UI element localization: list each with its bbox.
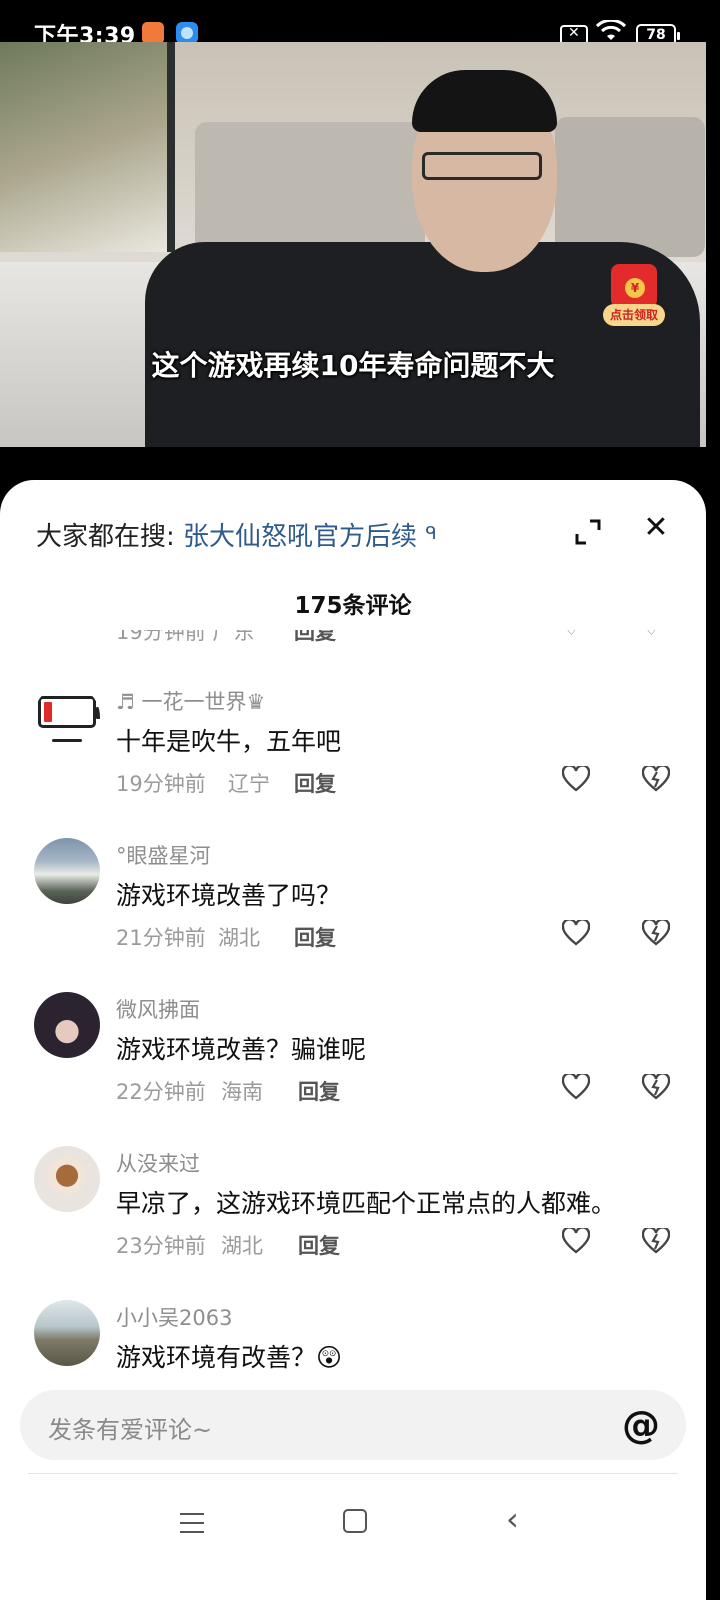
comment-time: 19分钟前 xyxy=(116,772,206,796)
comment-sheet: 大家都在搜: 张大仙怒吼官方后续 ᑫ ✕ 175条评论 19分钟前 广东 回复 … xyxy=(0,480,706,1600)
comment-item[interactable]: 微风拂面 游戏环境改善？骗谁呢 22分钟前 海南 回复 xyxy=(0,978,706,1132)
comment-text: 游戏环境有改善？😲 xyxy=(116,1343,343,1372)
reply-button[interactable]: 回复 xyxy=(298,1230,340,1260)
broken-heart-icon[interactable]: ♡ xyxy=(642,630,661,640)
comment-username[interactable]: 从没来过 xyxy=(116,1148,200,1178)
heart-outline-icon[interactable] xyxy=(561,1226,591,1261)
comment-text: 游戏环境改善了吗？ xyxy=(116,881,342,910)
comment-username[interactable]: ♬ 一花一世界♛ xyxy=(116,686,265,716)
coin-icon: ¥ xyxy=(625,278,645,298)
avatar[interactable] xyxy=(34,1146,100,1212)
reply-button[interactable]: 回复 xyxy=(294,768,336,798)
close-icon[interactable]: ✕ xyxy=(640,512,672,544)
comment-username[interactable]: 微风拂面 xyxy=(116,994,200,1024)
comment-list[interactable]: 19分钟前 广东 回复 ♡ ♡ ♬ 一花一世界♛ 十年是吹牛，五年吧 19分钟前… xyxy=(0,630,706,1376)
red-packet-button[interactable]: ¥ 点击领取 xyxy=(603,264,665,328)
video-player[interactable]: 这个游戏再续10年寿命问题不大 ¥ 点击领取 xyxy=(0,42,706,447)
heart-outline-icon[interactable] xyxy=(561,764,591,799)
comment-text: 十年是吹牛，五年吧 xyxy=(116,727,342,756)
trending-search[interactable]: 大家都在搜: 张大仙怒吼官方后续 ᑫ xyxy=(36,516,437,553)
comment-input[interactable]: 发条有爱评论~ @ xyxy=(20,1390,686,1460)
menu-icon[interactable] xyxy=(180,1513,204,1533)
app-notification-icon xyxy=(142,22,164,44)
comment-location: 湖北 xyxy=(218,926,260,950)
avatar[interactable] xyxy=(34,684,100,750)
broken-heart-icon[interactable] xyxy=(641,918,671,953)
comment-username[interactable]: 小小吴2063 xyxy=(116,1302,232,1332)
status-bar: 下午3:39 78 xyxy=(0,0,720,49)
comment-location: 湖北 xyxy=(221,1234,263,1258)
mention-icon[interactable]: @ xyxy=(618,1402,664,1448)
expand-icon[interactable] xyxy=(574,518,602,546)
broken-heart-icon[interactable] xyxy=(641,764,671,799)
broken-heart-icon[interactable] xyxy=(641,1072,671,1107)
video-scene-sofa-2 xyxy=(555,117,705,257)
battery-fill xyxy=(44,702,52,722)
heart-outline-icon[interactable]: ♡ xyxy=(562,630,581,640)
comment-time: 22分钟前 xyxy=(116,1080,206,1104)
comment-location: 辽宁 xyxy=(228,772,270,796)
comment-time: 21分钟前 xyxy=(116,926,206,950)
video-person-hair xyxy=(412,70,557,132)
video-scene-window xyxy=(0,42,175,252)
red-packet-label: 点击领取 xyxy=(603,304,665,326)
comment-item[interactable]: 从没来过 早凉了，这游戏环境匹配个正常点的人都难。 23分钟前 湖北 回复 xyxy=(0,1132,706,1286)
avatar-decoration xyxy=(52,739,82,742)
divider xyxy=(28,1473,678,1474)
search-icon: ᑫ xyxy=(425,523,437,544)
partial-comment-row: 19分钟前 广东 回复 ♡ ♡ xyxy=(0,630,706,652)
broken-heart-icon[interactable] xyxy=(641,1226,671,1261)
reply-button[interactable]: 回复 xyxy=(298,1076,340,1106)
comment-username[interactable]: °眼盛星河 xyxy=(116,840,211,870)
comment-input-placeholder: 发条有爱评论~ xyxy=(48,1416,213,1444)
trending-search-prefix: 大家都在搜: xyxy=(36,522,175,552)
heart-outline-icon[interactable] xyxy=(561,1072,591,1107)
comment-text: 早凉了，这游戏环境匹配个正常点的人都难。 xyxy=(116,1189,617,1218)
app-notification-icon-2 xyxy=(176,22,198,44)
video-subtitle: 这个游戏再续10年寿命问题不大 xyxy=(151,349,555,382)
trending-search-keyword[interactable]: 张大仙怒吼官方后续 xyxy=(183,522,417,552)
home-icon[interactable] xyxy=(343,1509,367,1533)
avatar[interactable] xyxy=(34,1300,100,1366)
comment-meta: 19分钟前 广东 xyxy=(116,630,255,644)
avatar[interactable] xyxy=(34,992,100,1058)
comment-location: 海南 xyxy=(221,1080,263,1104)
video-person-glasses xyxy=(422,152,542,180)
battery-low-avatar xyxy=(38,696,100,728)
reply-button[interactable]: 回复 xyxy=(294,922,336,952)
reply-button[interactable]: 回复 xyxy=(294,630,336,646)
comment-time: 23分钟前 xyxy=(116,1234,206,1258)
comment-text: 游戏环境改善？骗谁呢 xyxy=(116,1035,367,1064)
comment-count-title: 175条评论 xyxy=(294,593,412,619)
back-icon[interactable]: ‹ xyxy=(506,1503,519,1535)
comment-item[interactable]: 小小吴2063 游戏环境有改善？😲 xyxy=(0,1286,706,1376)
system-nav-bar: ‹ xyxy=(0,1485,706,1600)
comment-item[interactable]: °眼盛星河 游戏环境改善了吗？ 21分钟前 湖北 回复 xyxy=(0,824,706,978)
heart-outline-icon[interactable] xyxy=(561,918,591,953)
comment-item[interactable]: ♬ 一花一世界♛ 十年是吹牛，五年吧 19分钟前 辽宁 回复 xyxy=(0,670,706,824)
avatar[interactable] xyxy=(34,838,100,904)
